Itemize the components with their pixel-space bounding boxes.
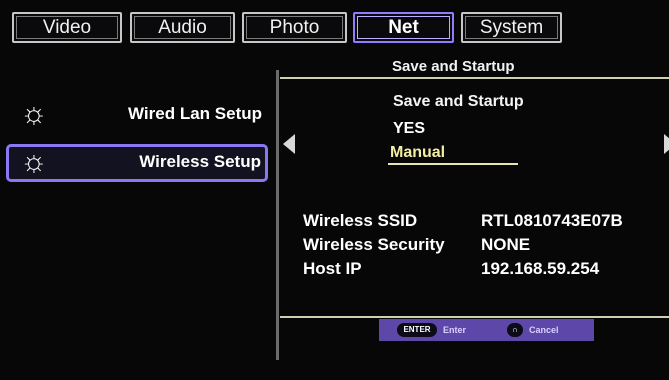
back-key-icon: ∩ bbox=[507, 323, 523, 337]
host-ip-value: 192.168.59.254 bbox=[481, 259, 600, 278]
sidebar-item-wired-lan-setup[interactable]: ☼ Wired Lan Setup bbox=[6, 96, 268, 134]
breadcrumb: Save and Startup bbox=[392, 58, 515, 75]
sun-icon: ☼ bbox=[20, 97, 48, 130]
sun-icon: ☼ bbox=[20, 145, 48, 178]
security-label: Wireless Security bbox=[303, 235, 445, 254]
security-value: NONE bbox=[481, 235, 531, 254]
enter-key-icon: ENTER bbox=[397, 323, 437, 337]
header-divider bbox=[280, 77, 669, 79]
arrow-left-icon[interactable] bbox=[283, 134, 295, 154]
arrow-right-icon[interactable] bbox=[664, 134, 669, 154]
tab-video[interactable]: Video bbox=[12, 12, 122, 43]
footer-divider bbox=[280, 316, 669, 318]
sidebar-item-label: Wireless Setup bbox=[139, 152, 261, 171]
tab-audio[interactable]: Audio bbox=[130, 12, 235, 43]
enter-hint: Enter bbox=[443, 325, 467, 335]
option-manual[interactable]: Manual bbox=[390, 144, 445, 162]
tab-bar: Video Audio Photo Net System bbox=[0, 0, 669, 50]
option-yes[interactable]: YES bbox=[393, 120, 425, 138]
panel-divider bbox=[276, 70, 279, 360]
host-ip-label: Host IP bbox=[303, 259, 362, 278]
ssid-value: RTL0810743E07B bbox=[481, 211, 623, 230]
sidebar-item-wireless-setup[interactable]: ☼ Wireless Setup bbox=[6, 144, 268, 182]
selection-underline bbox=[388, 163, 518, 165]
cancel-hint: Cancel bbox=[529, 325, 559, 335]
ssid-label: Wireless SSID bbox=[303, 211, 418, 230]
tab-photo[interactable]: Photo bbox=[242, 12, 347, 43]
hint-bar: ENTER Enter ∩ Cancel bbox=[379, 319, 594, 341]
tab-net[interactable]: Net bbox=[353, 12, 454, 43]
option-title: Save and Startup bbox=[393, 93, 524, 110]
sidebar-item-label: Wired Lan Setup bbox=[128, 104, 262, 123]
tab-system[interactable]: System bbox=[461, 12, 562, 43]
